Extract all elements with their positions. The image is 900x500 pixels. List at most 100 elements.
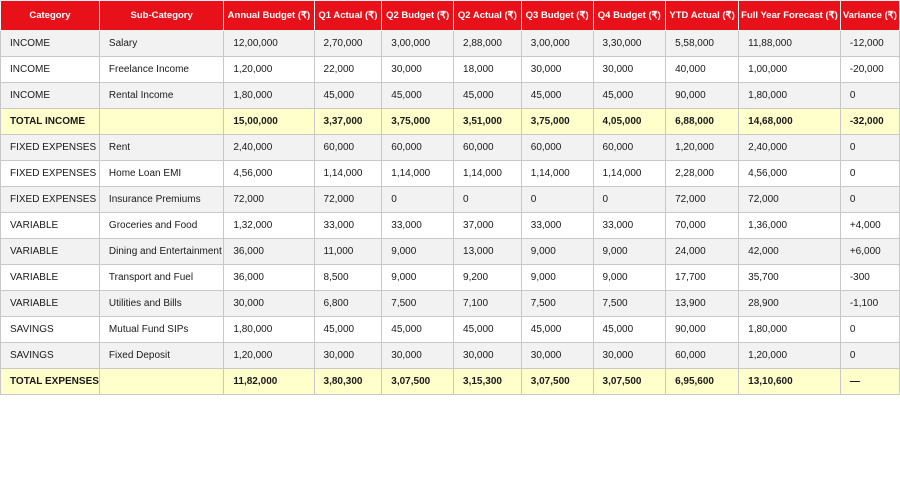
- header-q3-budget[interactable]: Q3 Budget (₹): [520, 0, 594, 31]
- cell-q3-budget[interactable]: 60,000: [520, 134, 594, 161]
- cell-q4-budget[interactable]: 4,05,000: [592, 108, 667, 135]
- cell-q3-budget[interactable]: 30,000: [520, 342, 594, 369]
- cell-q2-budget[interactable]: 0: [381, 186, 455, 213]
- cell-q2-actual[interactable]: 37,000: [453, 212, 522, 239]
- cell-sub-category[interactable]: Home Loan EMI: [98, 160, 225, 187]
- cell-q2-budget[interactable]: 45,000: [381, 316, 455, 343]
- cell-q4-budget[interactable]: 9,000: [592, 264, 667, 291]
- cell-variance[interactable]: 0: [839, 160, 900, 187]
- cell-q1-actual[interactable]: 33,000: [313, 212, 383, 239]
- cell-category[interactable]: TOTAL EXPENSES: [0, 368, 100, 395]
- cell-annual-budget[interactable]: 1,20,000: [223, 56, 315, 83]
- cell-ytd-actual[interactable]: 40,000: [665, 56, 740, 83]
- header-variance[interactable]: Variance (₹): [839, 0, 900, 31]
- cell-sub-category[interactable]: Fixed Deposit: [98, 342, 225, 369]
- cell-q2-budget[interactable]: 1,14,000: [381, 160, 455, 187]
- cell-ytd-actual[interactable]: 90,000: [665, 82, 740, 109]
- cell-ytd-actual[interactable]: 70,000: [665, 212, 740, 239]
- cell-ytd-actual[interactable]: 1,20,000: [665, 134, 740, 161]
- cell-category[interactable]: FIXED EXPENSES: [0, 160, 100, 187]
- cell-category[interactable]: FIXED EXPENSES: [0, 186, 100, 213]
- header-sub-category[interactable]: Sub-Category: [98, 0, 225, 31]
- cell-variance[interactable]: -12,000: [839, 30, 900, 57]
- cell-q4-budget[interactable]: 3,07,500: [592, 368, 667, 395]
- cell-q4-budget[interactable]: 30,000: [592, 56, 667, 83]
- cell-sub-category[interactable]: Dining and Entertainment: [98, 238, 225, 265]
- cell-variance[interactable]: +4,000: [839, 212, 900, 239]
- cell-q2-budget[interactable]: 3,00,000: [381, 30, 455, 57]
- header-annual-budget[interactable]: Annual Budget (₹): [223, 0, 315, 31]
- cell-sub-category[interactable]: Transport and Fuel: [98, 264, 225, 291]
- header-q1-actual[interactable]: Q1 Actual (₹): [313, 0, 383, 31]
- cell-full-year-forecast[interactable]: 28,900: [738, 290, 841, 317]
- cell-q3-budget[interactable]: 3,00,000: [520, 30, 594, 57]
- cell-q2-actual[interactable]: 3,15,300: [453, 368, 522, 395]
- cell-q3-budget[interactable]: 3,75,000: [520, 108, 594, 135]
- cell-q1-actual[interactable]: 8,500: [313, 264, 383, 291]
- cell-q3-budget[interactable]: 45,000: [520, 82, 594, 109]
- cell-category[interactable]: FIXED EXPENSES: [0, 134, 100, 161]
- cell-ytd-actual[interactable]: 6,88,000: [665, 108, 740, 135]
- cell-q3-budget[interactable]: 45,000: [520, 316, 594, 343]
- cell-annual-budget[interactable]: 4,56,000: [223, 160, 315, 187]
- cell-full-year-forecast[interactable]: 1,20,000: [738, 342, 841, 369]
- cell-sub-category[interactable]: Mutual Fund SIPs: [98, 316, 225, 343]
- cell-q1-actual[interactable]: 60,000: [313, 134, 383, 161]
- cell-ytd-actual[interactable]: 5,58,000: [665, 30, 740, 57]
- cell-full-year-forecast[interactable]: 13,10,600: [738, 368, 841, 395]
- cell-q3-budget[interactable]: 3,07,500: [520, 368, 594, 395]
- cell-q2-actual[interactable]: 13,000: [453, 238, 522, 265]
- cell-full-year-forecast[interactable]: 35,700: [738, 264, 841, 291]
- cell-variance[interactable]: 0: [839, 82, 900, 109]
- cell-category[interactable]: INCOME: [0, 82, 100, 109]
- cell-full-year-forecast[interactable]: 72,000: [738, 186, 841, 213]
- cell-full-year-forecast[interactable]: 1,00,000: [738, 56, 841, 83]
- cell-q1-actual[interactable]: 3,80,300: [313, 368, 383, 395]
- cell-q1-actual[interactable]: 6,800: [313, 290, 383, 317]
- cell-annual-budget[interactable]: 12,00,000: [223, 30, 315, 57]
- cell-q1-actual[interactable]: 2,70,000: [313, 30, 383, 57]
- cell-q4-budget[interactable]: 45,000: [592, 316, 667, 343]
- cell-ytd-actual[interactable]: 60,000: [665, 342, 740, 369]
- cell-sub-category[interactable]: [98, 368, 225, 395]
- cell-category[interactable]: INCOME: [0, 30, 100, 57]
- cell-annual-budget[interactable]: 30,000: [223, 290, 315, 317]
- cell-q4-budget[interactable]: 0: [592, 186, 667, 213]
- cell-q2-budget[interactable]: 60,000: [381, 134, 455, 161]
- cell-q2-budget[interactable]: 9,000: [381, 264, 455, 291]
- cell-q2-budget[interactable]: 45,000: [381, 82, 455, 109]
- cell-q2-actual[interactable]: 45,000: [453, 316, 522, 343]
- cell-q1-actual[interactable]: 11,000: [313, 238, 383, 265]
- cell-q2-actual[interactable]: 1,14,000: [453, 160, 522, 187]
- cell-q2-budget[interactable]: 9,000: [381, 238, 455, 265]
- cell-q2-budget[interactable]: 33,000: [381, 212, 455, 239]
- cell-q2-budget[interactable]: 3,07,500: [381, 368, 455, 395]
- cell-q1-actual[interactable]: 45,000: [313, 316, 383, 343]
- header-q2-budget[interactable]: Q2 Budget (₹): [381, 0, 455, 31]
- cell-q1-actual[interactable]: 3,37,000: [313, 108, 383, 135]
- cell-category[interactable]: TOTAL INCOME: [0, 108, 100, 135]
- cell-q4-budget[interactable]: 9,000: [592, 238, 667, 265]
- cell-variance[interactable]: -20,000: [839, 56, 900, 83]
- cell-variance[interactable]: -32,000: [839, 108, 900, 135]
- cell-q2-budget[interactable]: 30,000: [381, 342, 455, 369]
- cell-full-year-forecast[interactable]: 1,36,000: [738, 212, 841, 239]
- cell-annual-budget[interactable]: 72,000: [223, 186, 315, 213]
- cell-q2-actual[interactable]: 2,88,000: [453, 30, 522, 57]
- cell-variance[interactable]: -1,100: [839, 290, 900, 317]
- cell-variance[interactable]: 0: [839, 342, 900, 369]
- cell-annual-budget[interactable]: 11,82,000: [223, 368, 315, 395]
- cell-category[interactable]: SAVINGS: [0, 316, 100, 343]
- cell-full-year-forecast[interactable]: 4,56,000: [738, 160, 841, 187]
- cell-q2-actual[interactable]: 60,000: [453, 134, 522, 161]
- cell-full-year-forecast[interactable]: 11,88,000: [738, 30, 841, 57]
- cell-sub-category[interactable]: Rental Income: [98, 82, 225, 109]
- header-full-year-forecast[interactable]: Full Year Forecast (₹): [738, 0, 841, 31]
- cell-annual-budget[interactable]: 36,000: [223, 238, 315, 265]
- cell-q2-actual[interactable]: 0: [453, 186, 522, 213]
- header-ytd-actual[interactable]: YTD Actual (₹): [665, 0, 740, 31]
- cell-q3-budget[interactable]: 7,500: [520, 290, 594, 317]
- cell-q2-actual[interactable]: 9,200: [453, 264, 522, 291]
- cell-annual-budget[interactable]: 15,00,000: [223, 108, 315, 135]
- cell-q1-actual[interactable]: 1,14,000: [313, 160, 383, 187]
